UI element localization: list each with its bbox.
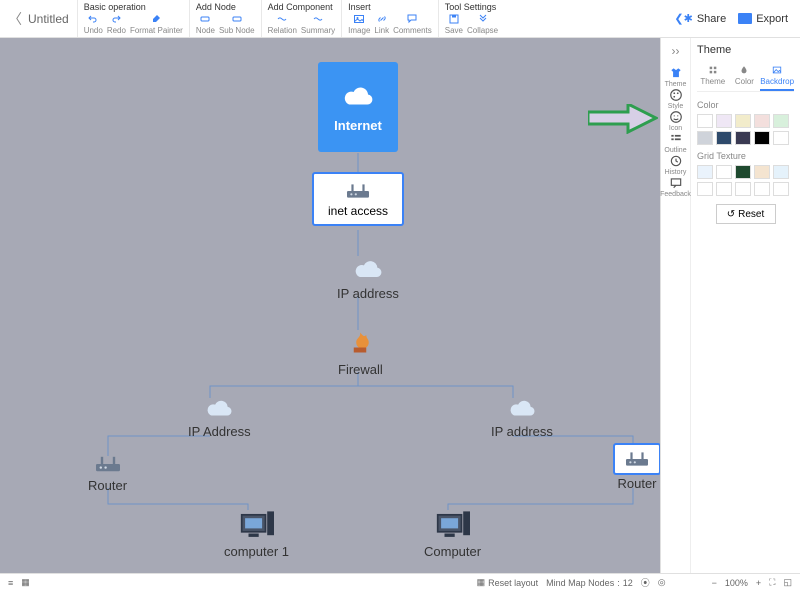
color-swatch[interactable]	[697, 165, 713, 179]
toolbar-summary-button[interactable]: Summary	[301, 13, 335, 35]
grid-icon[interactable]: ▦	[21, 577, 30, 588]
node-ip-left[interactable]: IP Address	[188, 396, 251, 439]
side-rail: ›› ThemeStyleIconOutlineHistoryFeedback	[661, 38, 691, 573]
node-computer-right[interactable]: Computer	[424, 508, 481, 559]
firewall-icon	[342, 330, 378, 360]
color-swatch[interactable]	[716, 182, 732, 196]
section-color-label: Color	[697, 100, 794, 110]
node-router-right[interactable]: Router	[614, 444, 660, 491]
color-swatch[interactable]	[773, 114, 789, 128]
color-swatch[interactable]	[735, 131, 751, 145]
fit-icon[interactable]: ◱	[783, 577, 792, 588]
toolbar-group-title: Add Node	[196, 2, 255, 12]
toolbar-undo-button[interactable]: Undo	[84, 13, 103, 35]
color-swatch[interactable]	[697, 114, 713, 128]
reset-layout-button[interactable]: ▦ Reset layout	[477, 577, 539, 588]
node-count-label: Mind Map Nodes : 12	[546, 578, 633, 588]
node-computer-left[interactable]: computer 1	[224, 508, 289, 559]
share-icon: ❮✱	[674, 12, 692, 25]
toolbar-image-button[interactable]: Image	[348, 13, 370, 35]
canvas[interactable]: Internet inet access IP address Firewall…	[0, 38, 660, 573]
pointer-arrow-icon	[588, 104, 658, 134]
node-internet[interactable]: Internet	[318, 62, 398, 152]
color-swatch[interactable]	[716, 165, 732, 179]
cloud-icon	[199, 396, 239, 422]
collapse-panel-button[interactable]: ››	[672, 44, 680, 58]
reset-button[interactable]: ↺ Reset	[716, 204, 776, 224]
rail-icon[interactable]: Icon	[660, 110, 691, 132]
rail-theme[interactable]: Theme	[660, 66, 691, 88]
color-swatch[interactable]	[773, 131, 789, 145]
rail-style[interactable]: Style	[660, 88, 691, 110]
folder-icon	[738, 13, 752, 24]
menu-icon[interactable]: ≡	[8, 578, 13, 588]
rail-history[interactable]: History	[660, 154, 691, 176]
presentation-icon[interactable]: ⦿	[641, 576, 650, 589]
computer-icon	[236, 508, 278, 542]
color-swatch[interactable]	[754, 131, 770, 145]
color-swatch[interactable]	[697, 131, 713, 145]
color-swatch[interactable]	[735, 114, 751, 128]
color-swatch[interactable]	[735, 165, 751, 179]
tab-theme[interactable]: Theme	[697, 62, 729, 91]
node-router-left[interactable]: Router	[88, 452, 127, 493]
back-button[interactable]: 〈	[8, 9, 22, 29]
color-swatch[interactable]	[697, 182, 713, 196]
cloud-icon	[336, 82, 380, 112]
color-swatch[interactable]	[754, 114, 770, 128]
zoom-out-button[interactable]: −	[712, 578, 717, 588]
toolbar-relation-button[interactable]: Relation	[268, 13, 297, 35]
color-swatch[interactable]	[716, 114, 732, 128]
status-bar: ≡ ▦ ▦ Reset layout Mind Map Nodes : 12 ⦿…	[0, 573, 800, 591]
node-firewall[interactable]: Firewall	[338, 330, 383, 377]
zoom-in-button[interactable]: +	[756, 578, 761, 588]
document-title[interactable]: Untitled	[28, 12, 69, 26]
toolbar-group-title: Add Component	[268, 2, 336, 12]
router-icon	[90, 452, 126, 476]
color-swatch[interactable]	[773, 165, 789, 179]
color-swatch[interactable]	[735, 182, 751, 196]
toolbar-collapse-button[interactable]: Collapse	[467, 13, 498, 35]
toolbar-group-title: Tool Settings	[445, 2, 498, 12]
toolbar-group-title: Basic operation	[84, 2, 183, 12]
node-ip-1[interactable]: IP address	[337, 256, 399, 301]
color-swatch[interactable]	[716, 131, 732, 145]
toolbar-redo-button[interactable]: Redo	[107, 13, 126, 35]
cloud-icon	[348, 256, 388, 284]
router-icon	[341, 180, 375, 202]
section-texture-label: Grid Texture	[697, 151, 794, 161]
node-inet-access[interactable]: inet access	[313, 173, 403, 225]
color-swatch[interactable]	[773, 182, 789, 196]
toolbar-node-button[interactable]: Node	[196, 13, 215, 35]
router-icon	[621, 448, 653, 470]
computer-icon	[432, 508, 474, 542]
tab-color[interactable]: Color	[729, 62, 761, 91]
toolbar-sub-node-button[interactable]: Sub Node	[219, 13, 255, 35]
tab-backdrop[interactable]: Backdrop	[760, 62, 794, 91]
share-button[interactable]: ❮✱Share	[674, 12, 726, 25]
rail-outline[interactable]: Outline	[660, 132, 691, 154]
zoom-level: 100%	[725, 578, 748, 588]
rail-feedback[interactable]: Feedback	[660, 176, 691, 198]
top-toolbar: 〈 Untitled Basic operationUndoRedoFormat…	[0, 0, 800, 38]
toolbar-format-painter-button[interactable]: Format Painter	[130, 13, 183, 35]
export-button[interactable]: Export	[738, 13, 788, 25]
toolbar-comments-button[interactable]: Comments	[393, 13, 432, 35]
color-swatch[interactable]	[754, 165, 770, 179]
toolbar-link-button[interactable]: Link	[374, 13, 389, 35]
toolbar-group-title: Insert	[348, 2, 432, 12]
node-ip-right[interactable]: IP address	[491, 396, 553, 439]
toolbar-save-button[interactable]: Save	[445, 13, 463, 35]
target-icon[interactable]: ◎	[658, 577, 666, 588]
panel-title: Theme	[697, 44, 794, 56]
color-swatch[interactable]	[754, 182, 770, 196]
fullscreen-icon[interactable]: ⛶	[769, 577, 775, 588]
right-panel: ›› ThemeStyleIconOutlineHistoryFeedback …	[660, 38, 800, 573]
cloud-icon	[502, 396, 542, 422]
